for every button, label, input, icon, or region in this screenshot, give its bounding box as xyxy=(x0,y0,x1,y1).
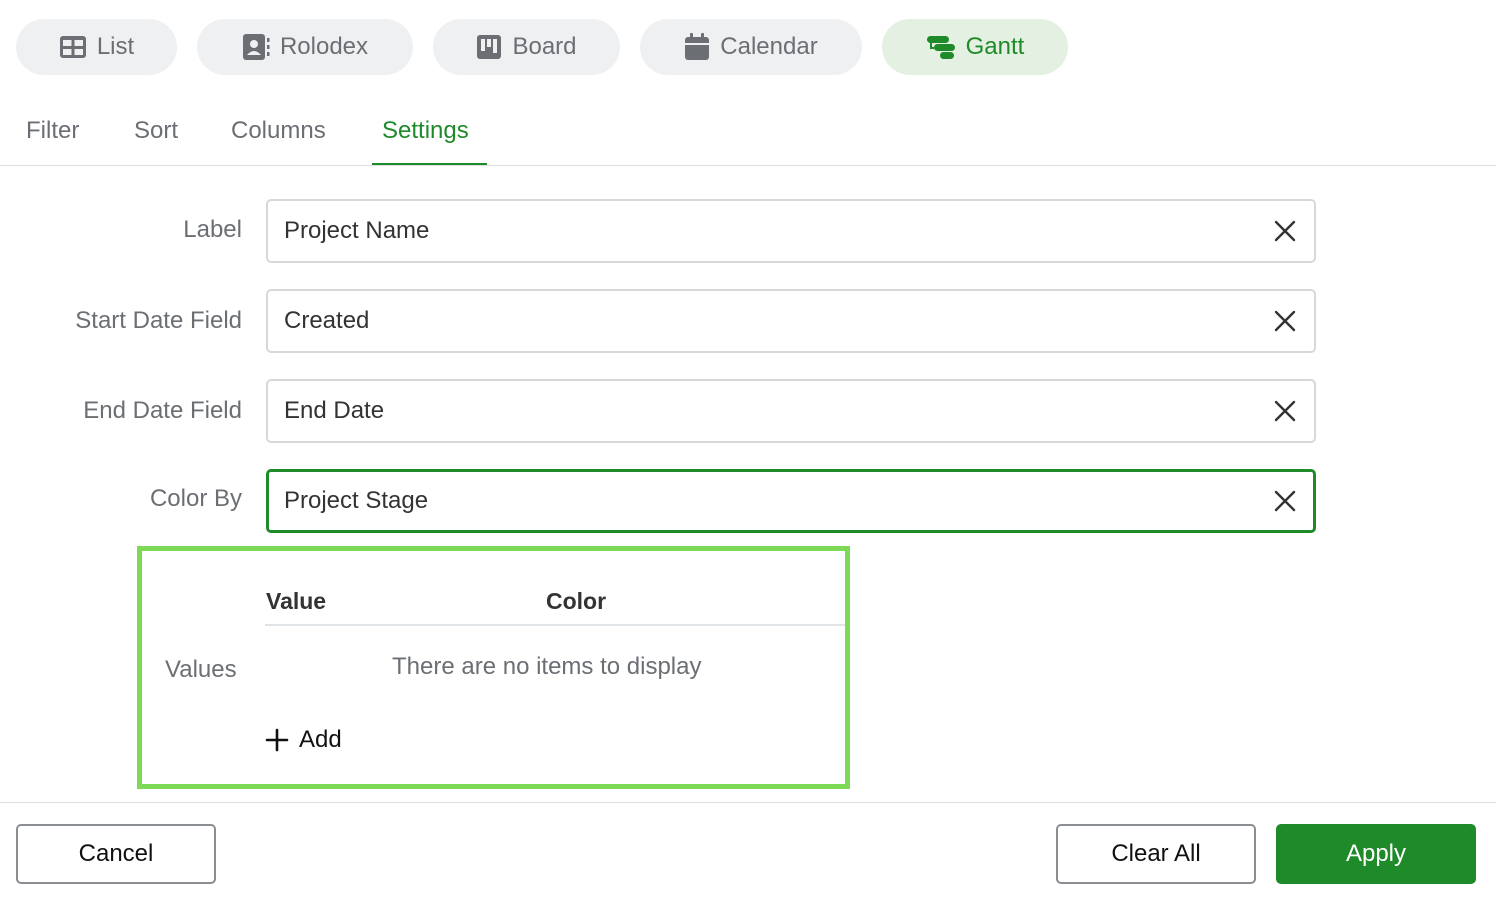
plus-icon xyxy=(265,728,289,752)
end-date-select-value: End Date xyxy=(284,397,385,424)
color-by-select-value: Project Stage xyxy=(284,487,429,514)
tabs-divider xyxy=(0,165,1496,166)
tab-sort-label: Sort xyxy=(134,117,179,144)
end-date-field-label: End Date Field xyxy=(83,397,242,424)
tab-settings-label: Settings xyxy=(382,117,469,144)
view-list-label: List xyxy=(96,33,135,60)
table-icon xyxy=(59,36,86,58)
color-by-select[interactable]: Project Stage xyxy=(266,469,1316,533)
start-date-field-label: Start Date Field xyxy=(75,307,242,334)
tab-columns[interactable]: Columns xyxy=(221,114,336,166)
start-date-select[interactable]: Created xyxy=(266,289,1316,353)
view-calendar-label: Calendar xyxy=(720,33,818,60)
clear-color-by-icon[interactable] xyxy=(1272,488,1298,514)
tab-settings[interactable]: Settings xyxy=(372,114,487,166)
add-value-button[interactable]: Add xyxy=(265,726,342,754)
color-by-field-label: Color By xyxy=(149,485,242,512)
values-header-divider xyxy=(265,624,845,626)
color-column-header: Color xyxy=(546,588,607,614)
clear-end-date-icon[interactable] xyxy=(1272,398,1298,424)
clear-all-button[interactable]: Clear All xyxy=(1056,824,1256,884)
value-column-header: Value xyxy=(266,588,327,614)
cancel-button[interactable]: Cancel xyxy=(16,824,216,884)
label-select[interactable]: Project Name xyxy=(266,199,1316,263)
values-label: Values xyxy=(165,656,237,683)
view-gantt-button[interactable]: Gantt xyxy=(882,19,1068,75)
tab-filter-label: Filter xyxy=(26,117,80,144)
kanban-board-icon xyxy=(477,35,502,59)
gantt-icon xyxy=(926,36,955,59)
view-gantt-label: Gantt xyxy=(965,33,1025,60)
view-board-button[interactable]: Board xyxy=(433,19,620,75)
view-calendar-button[interactable]: Calendar xyxy=(640,19,862,75)
view-rolodex-label: Rolodex xyxy=(279,33,369,60)
end-date-select[interactable]: End Date xyxy=(266,379,1316,443)
tab-filter[interactable]: Filter xyxy=(16,114,89,166)
apply-button[interactable]: Apply xyxy=(1276,824,1476,884)
footer-divider xyxy=(0,802,1496,803)
start-date-select-value: Created xyxy=(284,307,370,334)
clear-start-date-icon[interactable] xyxy=(1272,308,1298,334)
label-field-label: Label xyxy=(183,216,242,243)
view-list-button[interactable]: List xyxy=(16,19,177,75)
label-select-value: Project Name xyxy=(284,217,430,244)
calendar-icon xyxy=(685,33,710,60)
tab-sort[interactable]: Sort xyxy=(124,114,188,166)
values-empty-message: There are no items to display xyxy=(392,653,702,680)
tab-columns-label: Columns xyxy=(231,117,326,144)
add-value-label: Add xyxy=(299,726,342,753)
clear-label-icon[interactable] xyxy=(1272,218,1298,244)
view-rolodex-button[interactable]: Rolodex xyxy=(197,19,413,75)
contact-card-icon xyxy=(242,34,270,60)
view-board-label: Board xyxy=(512,33,577,60)
